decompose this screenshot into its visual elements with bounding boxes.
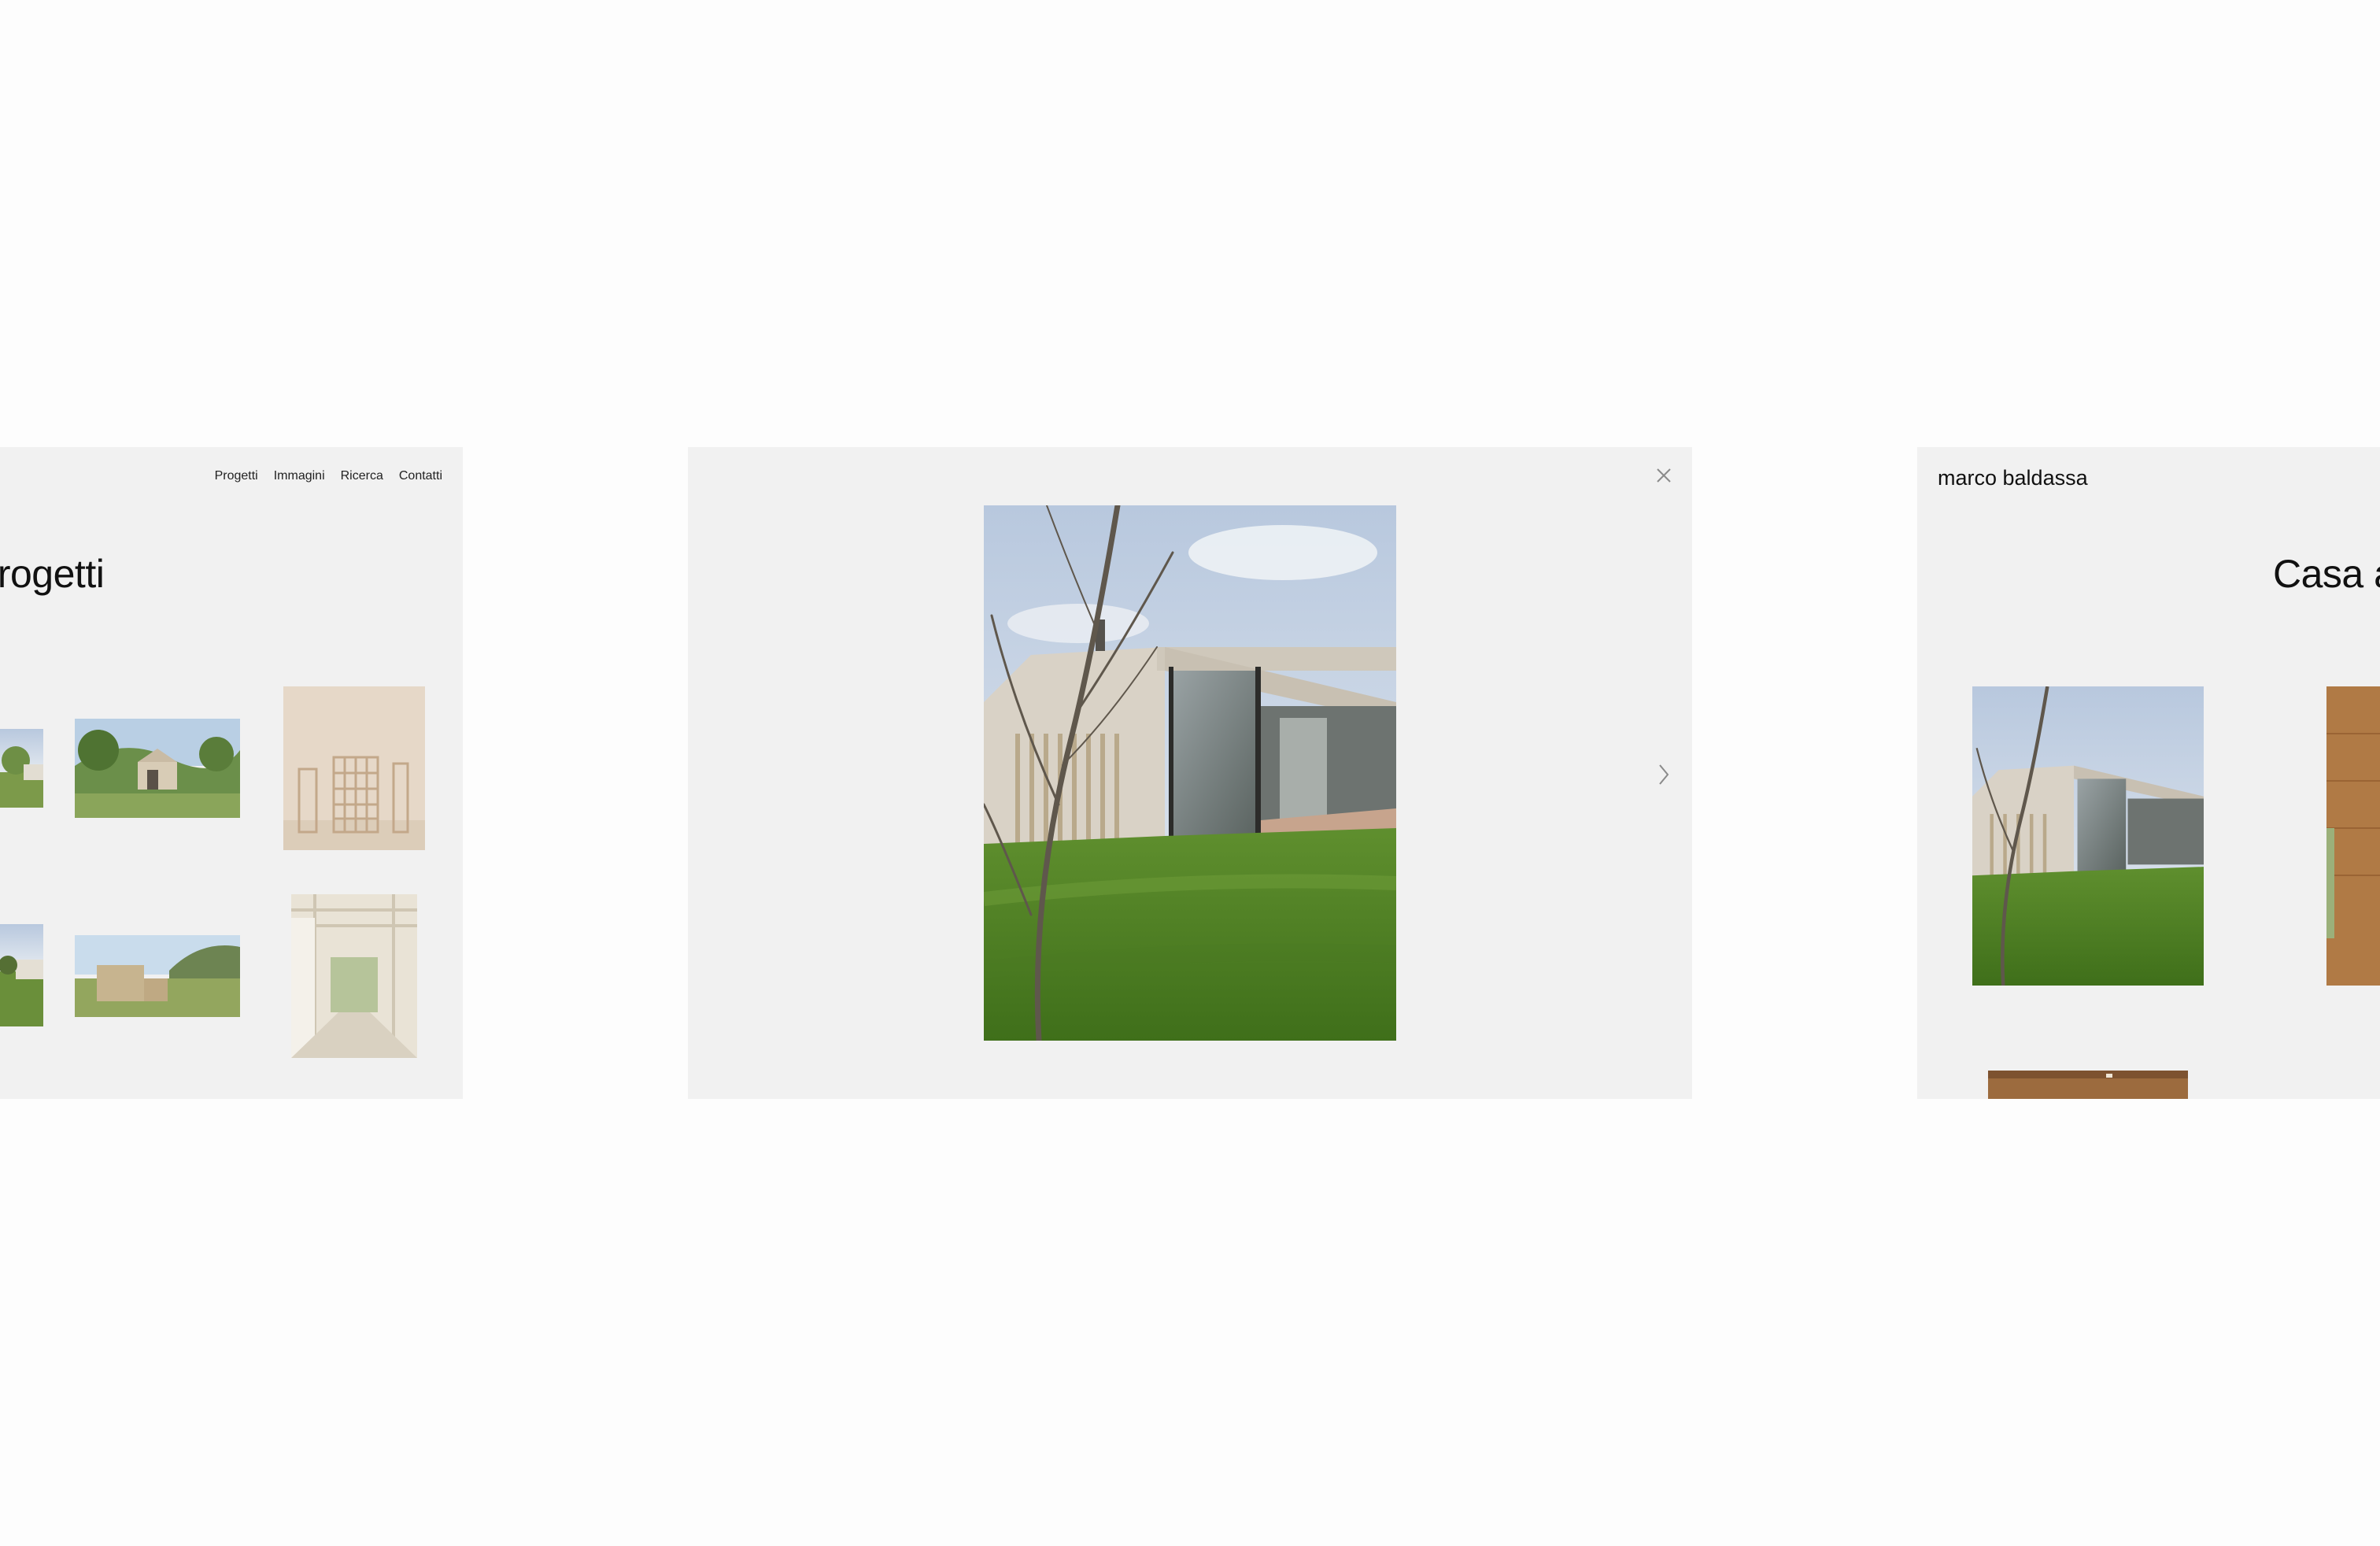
nav-immagini[interactable]: Immagini	[274, 469, 325, 483]
site-logo-text[interactable]: marco baldassa	[1938, 466, 2088, 490]
project-gallery-image[interactable]	[1972, 686, 2204, 986]
project-thumbnail[interactable]	[0, 924, 43, 1026]
project-thumbnail[interactable]	[0, 729, 43, 808]
project-thumbnail[interactable]	[291, 894, 417, 1058]
image-lightbox	[688, 447, 1692, 1099]
project-gallery-image[interactable]	[2326, 686, 2380, 986]
project-thumbnail[interactable]	[75, 935, 240, 1017]
project-gallery-image[interactable]	[1988, 1071, 2188, 1099]
page-title: Progetti	[0, 552, 105, 596]
project-thumbnail[interactable]	[75, 719, 240, 818]
nav-ricerca[interactable]: Ricerca	[341, 469, 383, 483]
lightbox-photo	[984, 505, 1396, 1041]
project-thumbnail[interactable]	[283, 686, 425, 850]
projects-page-preview[interactable]: Progetti Immagini Ricerca Contatti Proge…	[0, 447, 463, 1099]
project-title: Casa a	[2273, 552, 2380, 596]
chevron-right-icon[interactable]	[1654, 762, 1673, 787]
main-nav: Progetti Immagini Ricerca Contatti	[215, 469, 442, 483]
close-icon[interactable]	[1653, 464, 1675, 486]
project-page-preview[interactable]: marco baldassa Casa a	[1917, 447, 2380, 1099]
nav-progetti[interactable]: Progetti	[215, 469, 258, 483]
nav-contatti[interactable]: Contatti	[399, 469, 442, 483]
